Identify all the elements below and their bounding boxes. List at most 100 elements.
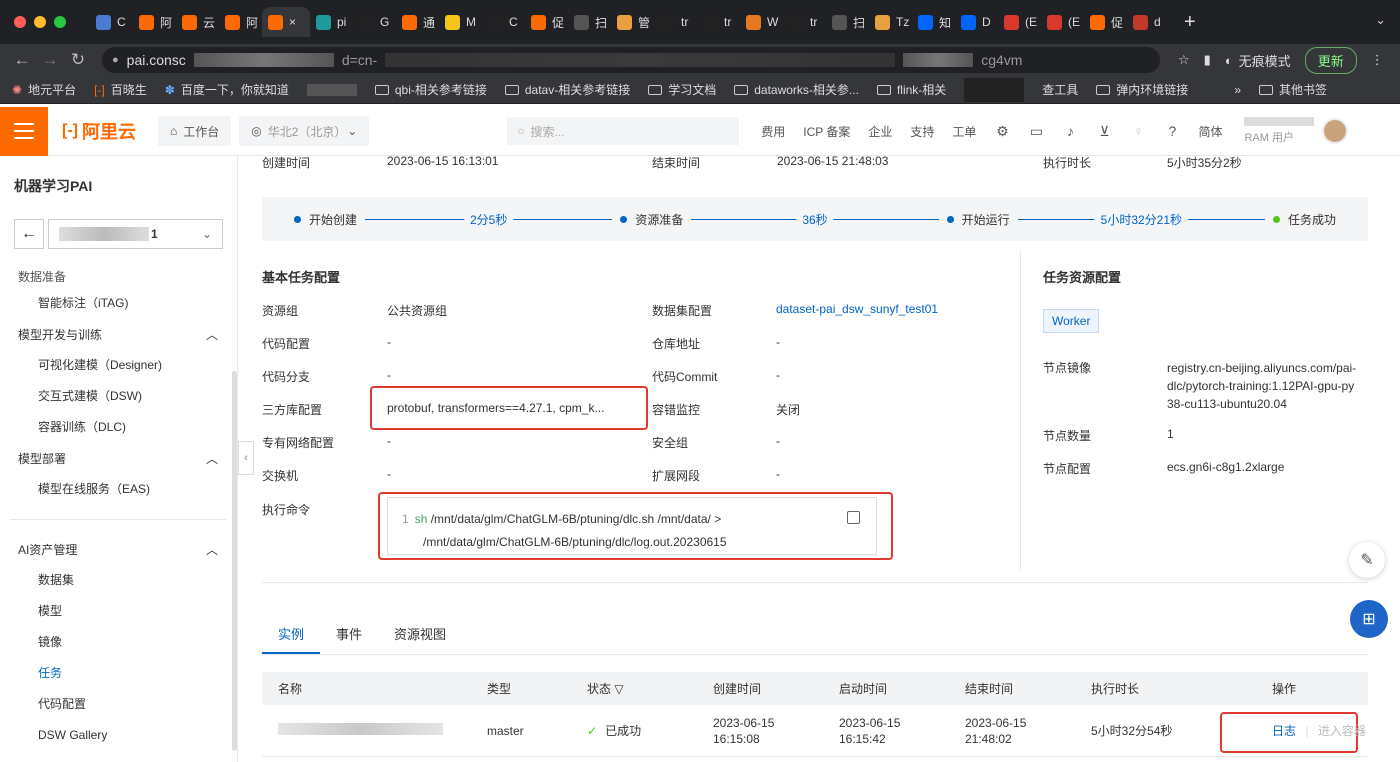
bookmark-item[interactable]: 查工具 — [1042, 81, 1078, 98]
browser-tab[interactable]: G — [353, 7, 396, 37]
browser-tab[interactable]: 扫 — [826, 7, 869, 37]
maximize-window-button[interactable] — [54, 16, 66, 28]
sidebar-item-jobs[interactable]: 任务 — [0, 658, 236, 689]
bookmark-item[interactable]: ✽ 百度一下，你就知道 — [165, 81, 289, 98]
bookmark-folder[interactable]: 学习文档 — [648, 81, 716, 98]
terminal-icon[interactable]: ▭ — [1028, 123, 1044, 139]
minimize-window-button[interactable] — [34, 16, 46, 28]
browser-tab[interactable]: D — [955, 7, 998, 37]
sidebar-item-dsw-gallery[interactable]: DSW Gallery — [0, 720, 236, 751]
tab-resource-view[interactable]: 资源视图 — [378, 610, 462, 654]
browser-tab[interactable]: M — [439, 7, 482, 37]
language-switch[interactable]: 简体 — [1198, 123, 1222, 140]
sidebar-item-designer[interactable]: 可视化建模（Designer) — [0, 350, 236, 381]
browser-tab[interactable]: tr — [697, 7, 740, 37]
sidebar-item-dlc[interactable]: 容器训练（DLC) — [0, 412, 236, 443]
back-arrow-icon[interactable]: ← — [14, 219, 44, 249]
header-link-ticket[interactable]: 工单 — [952, 123, 976, 140]
browser-tab[interactable]: C — [90, 7, 133, 37]
lightbulb-icon[interactable]: ♀ — [1130, 123, 1146, 139]
close-window-button[interactable] — [14, 16, 26, 28]
browser-tab[interactable]: (E — [998, 7, 1041, 37]
apps-grid-icon[interactable]: ⊞ — [1350, 600, 1388, 638]
browser-tab[interactable]: 阿 — [133, 7, 176, 37]
config-value[interactable]: dataset-pai_dsw_sunyf_test01 — [776, 302, 938, 319]
sidebar-item-eas[interactable]: 模型在线服务（EAS) — [0, 474, 236, 505]
forward-icon[interactable]: → — [36, 50, 64, 70]
avatar[interactable] — [1322, 118, 1349, 144]
filter-icon[interactable]: ▽ — [614, 682, 623, 696]
enter-container-link[interactable]: 进入容器 — [1318, 724, 1366, 738]
sidebar-collapse-button[interactable]: ‹ — [238, 441, 254, 475]
tab-events[interactable]: 事件 — [320, 610, 378, 654]
browser-tab[interactable]: 阿 — [219, 7, 262, 37]
bookmark-item[interactable]: [-] 百晓生 — [94, 81, 147, 98]
sidebar-group-partial[interactable]: 数据准备 — [0, 268, 236, 282]
back-icon[interactable]: ← — [8, 50, 36, 70]
tab-list-button[interactable]: ⌄ — [1375, 12, 1386, 28]
sidebar-group-deploy[interactable]: 模型部署 ︿ — [0, 443, 236, 474]
bookmark-star-icon[interactable]: ☆ — [1178, 52, 1190, 68]
bookmark-folder[interactable]: 弹内环境链接 — [1096, 81, 1188, 98]
sidebar-scrollbar[interactable] — [232, 371, 237, 751]
sidebar-group-develop[interactable]: 模型开发与训练 ︿ — [0, 319, 236, 350]
browser-tab[interactable]: 扫 — [568, 7, 611, 37]
help-icon[interactable]: ? — [1164, 123, 1180, 139]
header-link-icp[interactable]: ICP 备案 — [803, 123, 850, 140]
sidebar-item-itag[interactable]: 智能标注（iTAG) — [0, 288, 236, 319]
bookmark-item[interactable] — [306, 83, 357, 96]
browser-tab[interactable]: pi — [310, 7, 353, 37]
col-status[interactable]: 状态 ▽ — [572, 680, 698, 697]
bookmark-folder[interactable]: dataworks-相关参... — [734, 81, 859, 98]
cart-icon[interactable]: ⊻ — [1096, 123, 1112, 139]
browser-tab[interactable]: C — [482, 7, 525, 37]
browser-tab[interactable]: W — [740, 7, 783, 37]
sidebar-group-assets[interactable]: AI资产管理 ︿ — [0, 534, 236, 565]
browser-tab[interactable]: (E — [1041, 7, 1084, 37]
sidebar-item-datasets[interactable]: 数据集 — [0, 565, 236, 596]
worker-tag[interactable]: Worker — [1043, 309, 1100, 333]
menu-icon[interactable] — [0, 106, 48, 156]
tab-instances[interactable]: 实例 — [262, 610, 321, 654]
bookmark-item[interactable]: ✺ 地元平台 — [12, 81, 76, 98]
update-button[interactable]: 更新 — [1304, 46, 1357, 74]
browser-tab[interactable]: 知 — [912, 7, 955, 37]
code-icon[interactable]: ⚙ — [994, 123, 1010, 139]
browser-tab[interactable]: tr — [654, 7, 697, 37]
sidebar-item-images[interactable]: 镜像 — [0, 627, 236, 658]
log-link[interactable]: 日志 — [1272, 724, 1296, 738]
header-search-input[interactable]: ○ 搜索... — [507, 117, 740, 145]
bookmark-folder[interactable]: qbi-相关参考链接 — [374, 81, 487, 98]
aliyun-logo[interactable]: [-] 阿里云 — [48, 118, 158, 144]
browser-tab[interactable]: 促 — [1084, 7, 1127, 37]
reload-icon[interactable]: ↻ — [64, 50, 92, 70]
browser-tab[interactable]: × — [262, 7, 310, 37]
sidebar-item-models[interactable]: 模型 — [0, 596, 236, 627]
browser-tab[interactable]: 促 — [525, 7, 568, 37]
other-bookmarks-folder[interactable]: 其他书签 — [1259, 81, 1327, 98]
incognito-indicator[interactable]: ◐ 无痕模式 — [1225, 51, 1291, 70]
bell-icon[interactable]: ♪ — [1062, 123, 1078, 139]
sidebar-item-code-config[interactable]: 代码配置 — [0, 689, 236, 720]
bookmark-item[interactable] — [964, 77, 1025, 102]
bookmark-folder[interactable]: flink-相关 — [876, 81, 946, 98]
browser-tab[interactable]: tr — [783, 7, 826, 37]
edit-icon[interactable]: ✎ — [1349, 542, 1385, 578]
browser-tab[interactable]: 通 — [396, 7, 439, 37]
workspace-select[interactable]: 1 ⌄ — [48, 219, 223, 249]
header-link-enterprise[interactable]: 企业 — [868, 123, 892, 140]
header-link-support[interactable]: 支持 — [910, 123, 934, 140]
address-bar[interactable]: ● pai.consc d=cn- cg4vm — [102, 47, 1160, 73]
browser-tab[interactable]: 云 — [176, 7, 219, 37]
new-tab-button[interactable]: + — [1170, 11, 1196, 34]
more-bookmarks-icon[interactable]: » — [1234, 83, 1241, 97]
sidepanel-icon[interactable]: ▮ — [1204, 52, 1211, 68]
menu-kebab-icon[interactable]: ⋮ — [1371, 52, 1384, 68]
browser-tab[interactable]: d — [1127, 7, 1170, 37]
user-menu[interactable]: RAM 用户 — [1244, 117, 1349, 145]
workbench-button[interactable]: ⌂ 工作台 — [157, 116, 232, 146]
sidebar-item-dsw[interactable]: 交互式建模（DSW) — [0, 381, 236, 412]
browser-tab[interactable]: Tz — [869, 7, 912, 37]
bookmark-folder[interactable]: datav-相关参考链接 — [504, 81, 630, 98]
header-link-billing[interactable]: 费用 — [761, 123, 785, 140]
